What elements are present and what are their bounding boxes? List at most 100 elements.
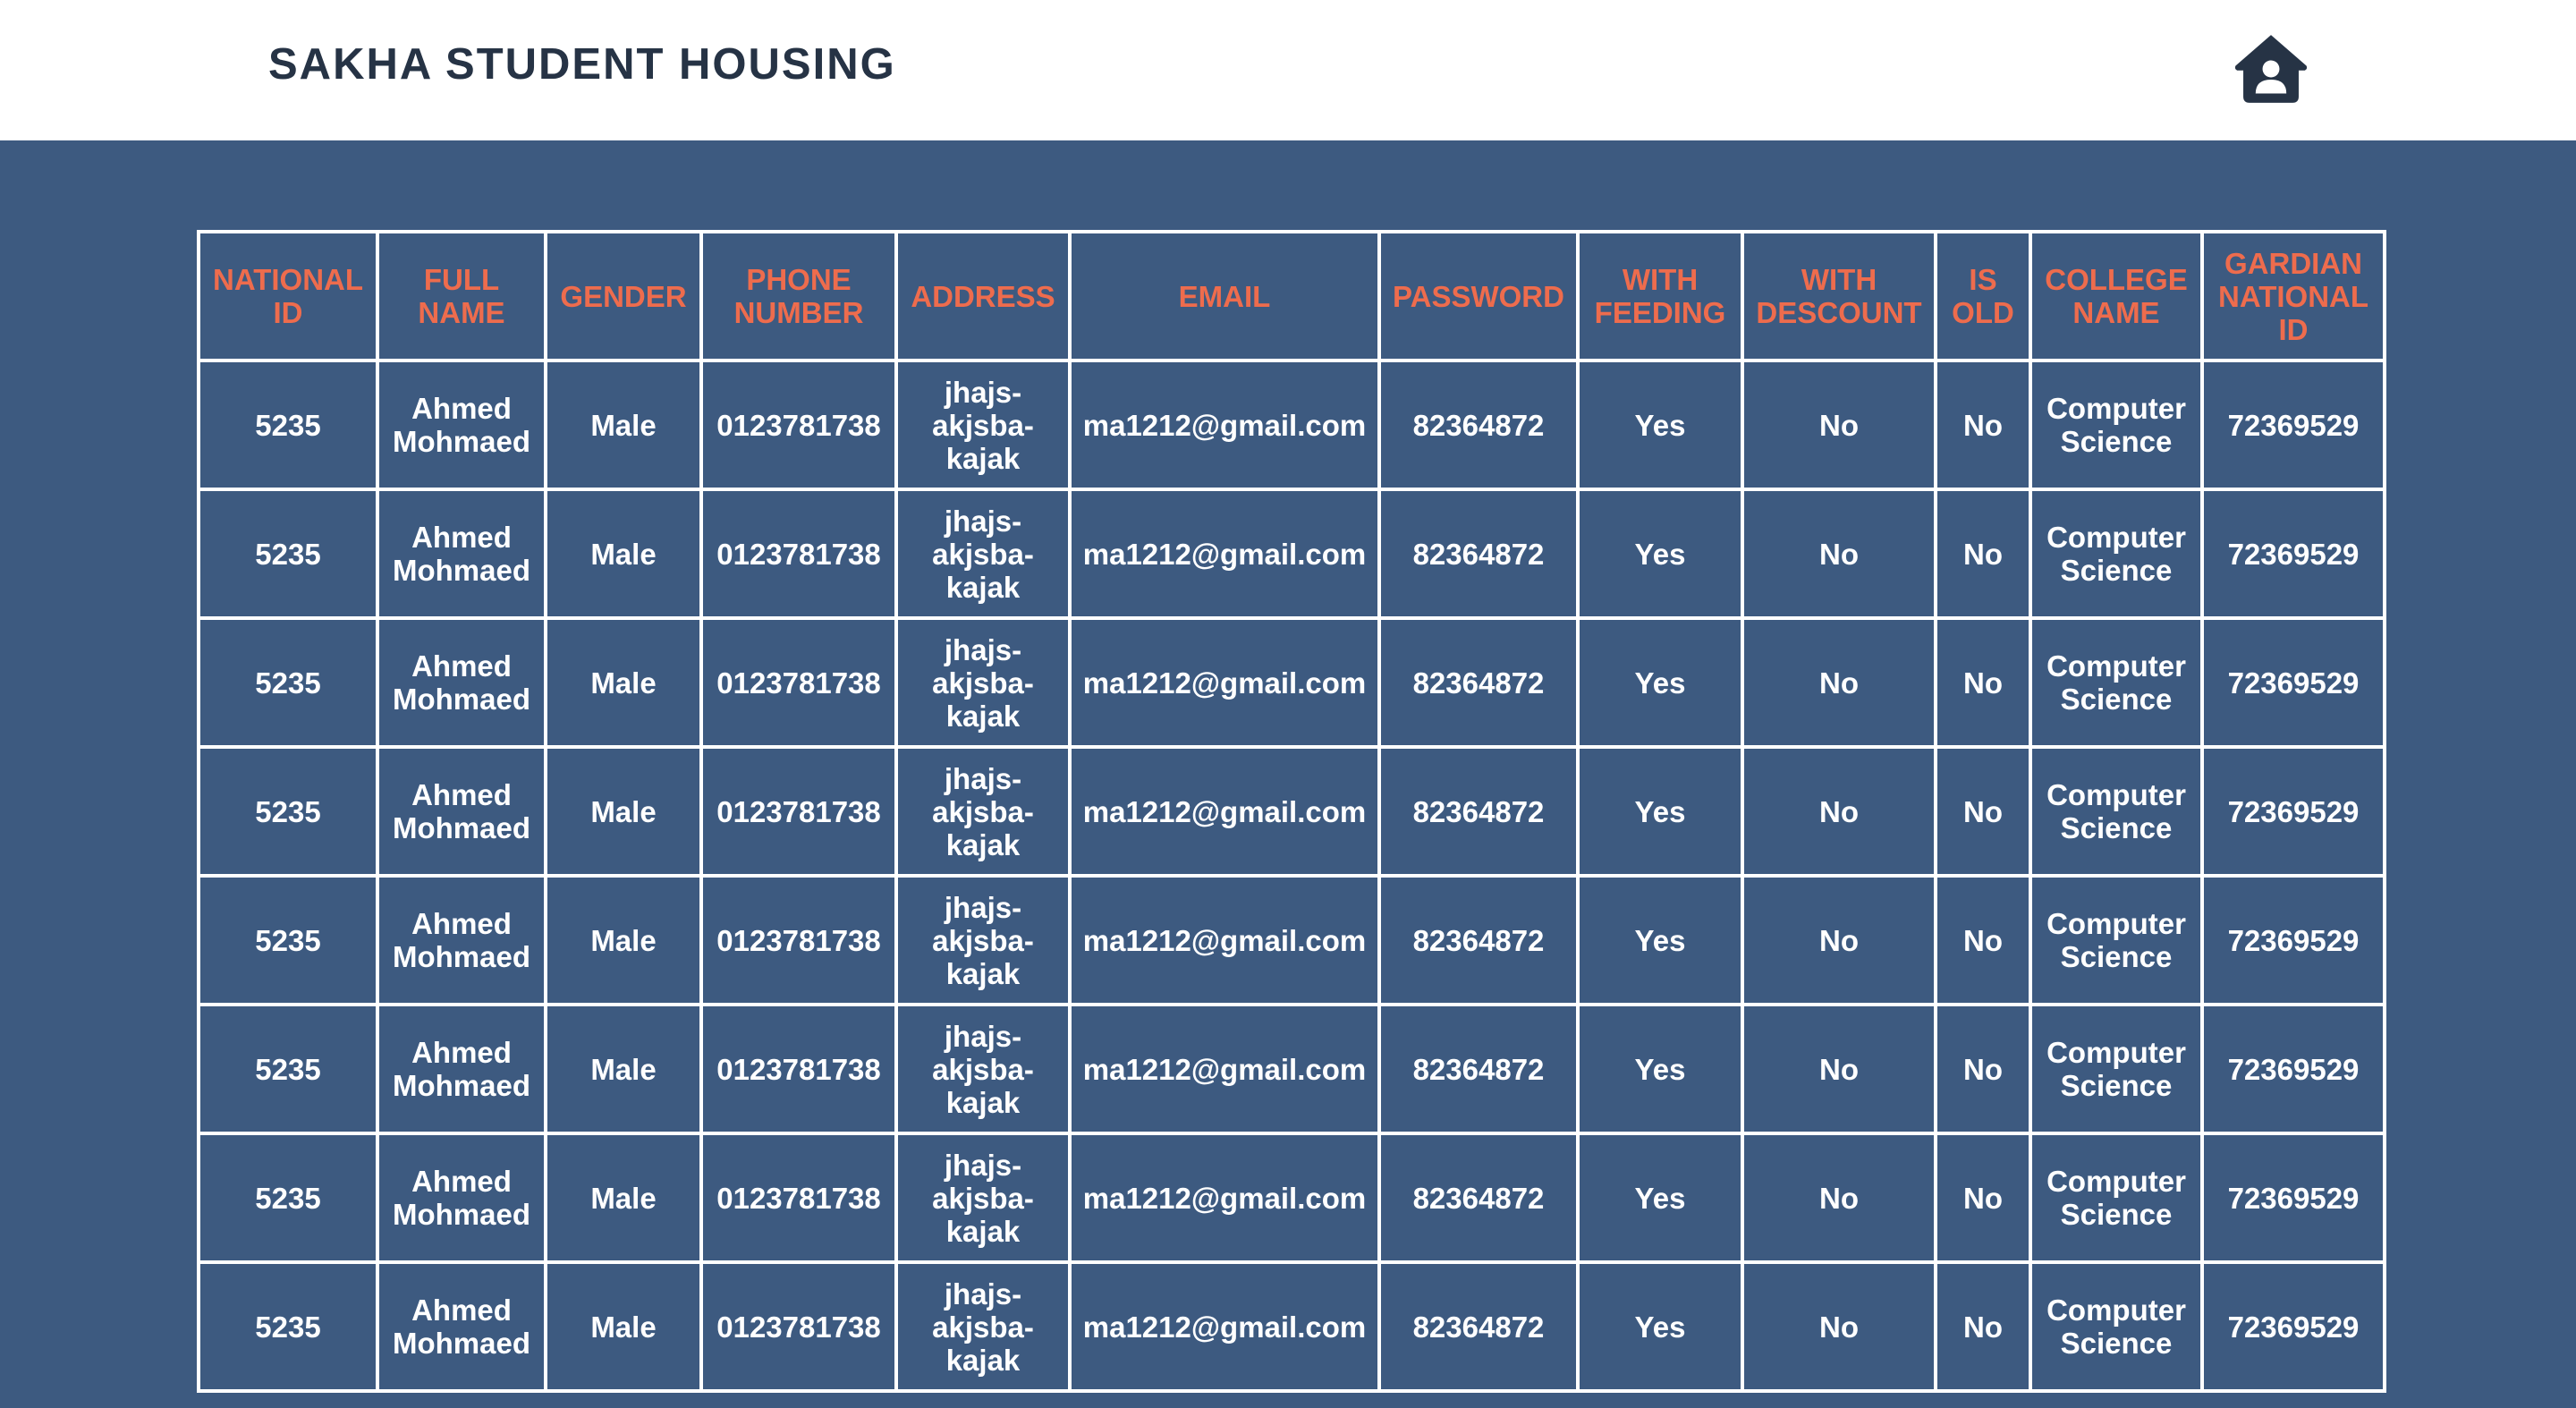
address-cell: jhajs-akjsba-kajak: [894, 745, 1072, 878]
national-id-cell: 5235: [197, 1132, 379, 1264]
table-row: 5235 Ahmed Mohmaed Male 0123781738 jhajs-akj…: [197, 616, 2386, 749]
with-feeding-cell: Yes: [1576, 1003, 1744, 1135]
phone-number-cell: 0123781738: [699, 874, 898, 1006]
guardian-national-id-cell: 72369529: [2200, 359, 2386, 491]
home-user-icon: [2234, 35, 2308, 103]
college-name-cell: Computer Science: [2029, 1132, 2204, 1264]
is-old-cell: No: [1934, 488, 2032, 620]
email-cell: ma1212@gmail.com: [1068, 1003, 1381, 1135]
table-row: 5235 Ahmed Mohmaed Male 0123781738 jhajs-akj…: [197, 874, 2386, 1006]
college-name-cell: Computer Science: [2029, 488, 2204, 620]
guardian-national-id-cell: 72369529: [2200, 874, 2386, 1006]
full-name-cell: Ahmed Mohmaed: [376, 359, 547, 491]
column-header-full-name: FULL NAME: [376, 230, 547, 362]
table-row: 5235 Ahmed Mohmaed Male 0123781738 jhajs-akj…: [197, 745, 2386, 878]
guardian-national-id-cell: 72369529: [2200, 488, 2386, 620]
guardian-national-id-cell: 72369529: [2200, 616, 2386, 749]
column-header-is-old: IS OLD: [1934, 230, 2032, 362]
column-header-password: PASSWORD: [1377, 230, 1580, 362]
address-cell: jhajs-akjsba-kajak: [894, 1260, 1072, 1393]
table-row: 5235 Ahmed Mohmaed Male 0123781738 jhajs-akj…: [197, 1260, 2386, 1393]
with-discount-cell: No: [1741, 616, 1937, 749]
table-body: 5235 Ahmed Mohmaed Male 0123781738 jhajs-akj…: [197, 359, 2386, 1393]
with-feeding-cell: Yes: [1576, 874, 1744, 1006]
full-name-cell: Ahmed Mohmaed: [376, 745, 547, 878]
guardian-national-id-cell: 72369529: [2200, 1003, 2386, 1135]
password-cell: 82364872: [1377, 1003, 1580, 1135]
with-feeding-cell: Yes: [1576, 1132, 1744, 1264]
table-row: 5235 Ahmed Mohmaed Male 0123781738 jhajs-akj…: [197, 1132, 2386, 1264]
column-header-guardian-national-id: GARDIAN NATIONAL ID: [2200, 230, 2386, 362]
full-name-cell: Ahmed Mohmaed: [376, 488, 547, 620]
column-header-with-discount: WITH DESCOUNT: [1741, 230, 1937, 362]
full-name-cell: Ahmed Mohmaed: [376, 616, 547, 749]
column-header-address: ADDRESS: [894, 230, 1072, 362]
address-cell: jhajs-akjsba-kajak: [894, 874, 1072, 1006]
email-cell: ma1212@gmail.com: [1068, 874, 1381, 1006]
with-feeding-cell: Yes: [1576, 488, 1744, 620]
with-discount-cell: No: [1741, 1003, 1937, 1135]
with-feeding-cell: Yes: [1576, 616, 1744, 749]
gender-cell: Male: [544, 359, 703, 491]
password-cell: 82364872: [1377, 1260, 1580, 1393]
column-header-phone-number: PHONE NUMBER: [699, 230, 898, 362]
college-name-cell: Computer Science: [2029, 1003, 2204, 1135]
phone-number-cell: 0123781738: [699, 616, 898, 749]
table-row: 5235 Ahmed Mohmaed Male 0123781738 jhajs-akj…: [197, 359, 2386, 491]
college-name-cell: Computer Science: [2029, 616, 2204, 749]
is-old-cell: No: [1934, 1003, 2032, 1135]
column-header-email: EMAIL: [1068, 230, 1381, 362]
password-cell: 82364872: [1377, 488, 1580, 620]
column-header-college-name: COLLEGE NAME: [2029, 230, 2204, 362]
guardian-national-id-cell: 72369529: [2200, 1260, 2386, 1393]
email-cell: ma1212@gmail.com: [1068, 359, 1381, 491]
table-header-row: NATIONAL ID FULL NAME GENDER PHONE NUMBE…: [197, 230, 2386, 362]
full-name-cell: Ahmed Mohmaed: [376, 1132, 547, 1264]
with-discount-cell: No: [1741, 874, 1937, 1006]
with-discount-cell: No: [1741, 745, 1937, 878]
college-name-cell: Computer Science: [2029, 1260, 2204, 1393]
with-feeding-cell: Yes: [1576, 1260, 1744, 1393]
phone-number-cell: 0123781738: [699, 359, 898, 491]
college-name-cell: Computer Science: [2029, 359, 2204, 491]
address-cell: jhajs-akjsba-kajak: [894, 488, 1072, 620]
national-id-cell: 5235: [197, 1260, 379, 1393]
address-cell: jhajs-akjsba-kajak: [894, 359, 1072, 491]
with-discount-cell: No: [1741, 359, 1937, 491]
address-cell: jhajs-akjsba-kajak: [894, 1003, 1072, 1135]
national-id-cell: 5235: [197, 616, 379, 749]
gender-cell: Male: [544, 616, 703, 749]
address-cell: jhajs-akjsba-kajak: [894, 616, 1072, 749]
password-cell: 82364872: [1377, 874, 1580, 1006]
table-row: 5235 Ahmed Mohmaed Male 0123781738 jhajs-akj…: [197, 1003, 2386, 1135]
site-title: SAKHA STUDENT HOUSING: [268, 40, 896, 89]
phone-number-cell: 0123781738: [699, 1132, 898, 1264]
column-header-with-feeding: WITH FEEDING: [1576, 230, 1744, 362]
full-name-cell: Ahmed Mohmaed: [376, 874, 547, 1006]
with-feeding-cell: Yes: [1576, 745, 1744, 878]
is-old-cell: No: [1934, 1132, 2032, 1264]
national-id-cell: 5235: [197, 488, 379, 620]
gender-cell: Male: [544, 745, 703, 878]
is-old-cell: No: [1934, 874, 2032, 1006]
email-cell: ma1212@gmail.com: [1068, 488, 1381, 620]
column-header-national-id: NATIONAL ID: [197, 230, 379, 362]
email-cell: ma1212@gmail.com: [1068, 1260, 1381, 1393]
full-name-cell: Ahmed Mohmaed: [376, 1260, 547, 1393]
top-navbar: SAKHA STUDENT HOUSING: [0, 0, 2576, 140]
is-old-cell: No: [1934, 616, 2032, 749]
gender-cell: Male: [544, 1260, 703, 1393]
is-old-cell: No: [1934, 359, 2032, 491]
with-discount-cell: No: [1741, 488, 1937, 620]
gender-cell: Male: [544, 1132, 703, 1264]
email-cell: ma1212@gmail.com: [1068, 616, 1381, 749]
gender-cell: Male: [544, 488, 703, 620]
is-old-cell: No: [1934, 745, 2032, 878]
gender-cell: Male: [544, 1003, 703, 1135]
home-user-button[interactable]: [2233, 30, 2309, 107]
password-cell: 82364872: [1377, 745, 1580, 878]
national-id-cell: 5235: [197, 1003, 379, 1135]
password-cell: 82364872: [1377, 359, 1580, 491]
password-cell: 82364872: [1377, 616, 1580, 749]
with-feeding-cell: Yes: [1576, 359, 1744, 491]
